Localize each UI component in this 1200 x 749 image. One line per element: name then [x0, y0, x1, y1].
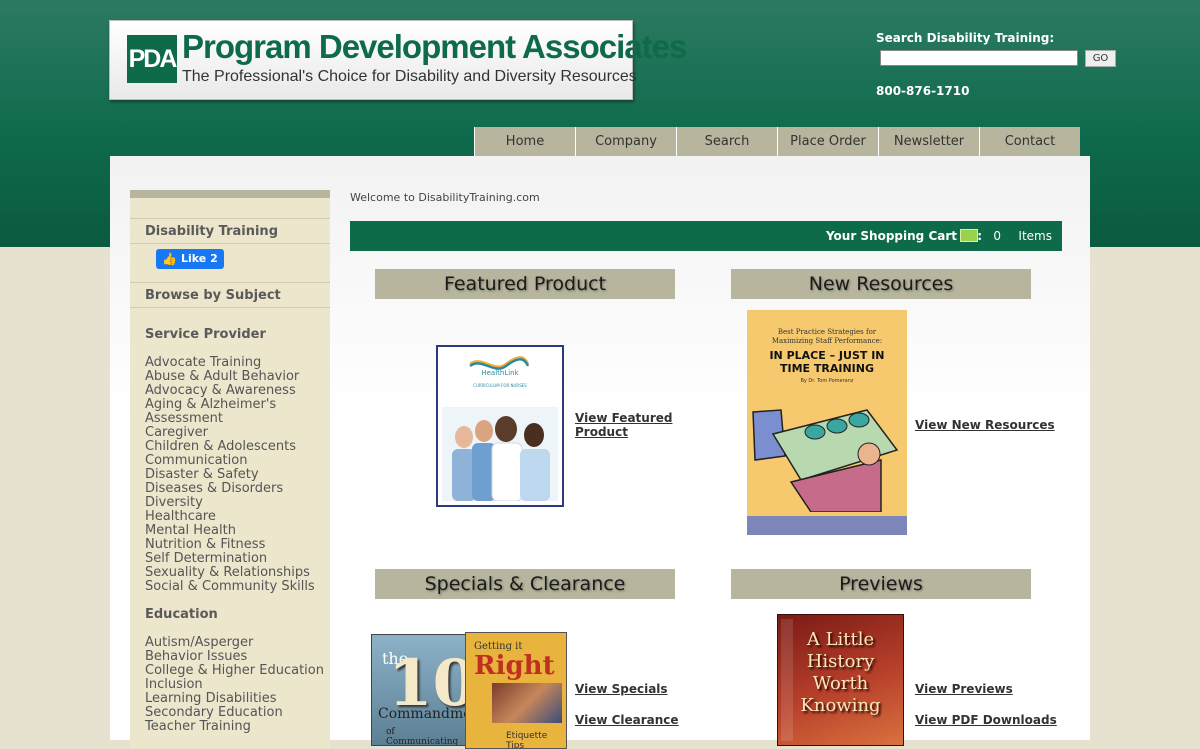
sidebar-heading-education: Education: [145, 607, 218, 622]
sidebar: Disability Training 👍 Like 2 Browse by S…: [130, 190, 330, 748]
history-title-line: Worth Knowing: [800, 673, 881, 716]
inplace-title: IN PLACE – JUST IN TIME TRAINING: [747, 349, 907, 375]
dvd-right-text: Right: [474, 651, 555, 681]
subject-link[interactable]: Diversity: [145, 496, 315, 510]
nav-place-order[interactable]: Place Order: [777, 127, 878, 156]
nav-company[interactable]: Company: [575, 127, 676, 156]
subject-link[interactable]: Inclusion: [145, 678, 324, 692]
shopping-cart-bar[interactable]: Your Shopping Cart : 0 Items: [350, 221, 1062, 251]
subject-link[interactable]: Nutrition & Fitness: [145, 538, 315, 552]
healthlink-subtitle: CURRICULUM FOR NURSES: [473, 383, 527, 388]
clearance-product-image[interactable]: Getting it Right Etiquette Tips: [465, 632, 567, 749]
view-specials-link[interactable]: View Specials: [575, 682, 668, 696]
subject-link[interactable]: Abuse & Adult Behavior: [145, 370, 315, 384]
view-previews-link[interactable]: View Previews: [915, 682, 1013, 696]
logo-name: Program Development Associates: [182, 28, 687, 65]
inplace-top-line: Maximizing Staff Performance:: [771, 337, 883, 345]
sidebar-divider: [130, 282, 330, 283]
subject-link[interactable]: Social & Community Skills: [145, 580, 315, 594]
inplace-author: By Dr. Tom Pomeranz: [800, 378, 854, 384]
sidebar-divider: [130, 307, 330, 308]
sidebar-heading-service-provider: Service Provider: [145, 327, 266, 342]
new-resources-heading: New Resources: [731, 269, 1031, 299]
dvd-commandments-text: Commandments: [378, 706, 470, 722]
subject-link[interactable]: Self Determination: [145, 552, 315, 566]
logo-tagline: The Professional's Choice for Disability…: [182, 68, 637, 85]
previews-product-image[interactable]: A Little History Worth Knowing: [777, 614, 904, 746]
nav-home[interactable]: Home: [474, 127, 575, 156]
sidebar-heading-browse-by-subject[interactable]: Browse by Subject: [145, 288, 281, 303]
subject-link[interactable]: Children & Adolescents: [145, 440, 315, 454]
education-list: Autism/Asperger Behavior Issues College …: [145, 636, 324, 734]
subject-link[interactable]: Behavior Issues: [145, 650, 324, 664]
sidebar-divider: [130, 218, 330, 219]
search-input[interactable]: [880, 50, 1078, 66]
nav-contact[interactable]: Contact: [979, 127, 1080, 156]
thumbs-up-icon: 👍: [162, 252, 177, 266]
nav-newsletter[interactable]: Newsletter: [878, 127, 979, 156]
subject-link[interactable]: Sexuality & Relationships: [145, 566, 315, 580]
search-go-button[interactable]: GO: [1085, 50, 1116, 67]
logo-mark: PDA: [127, 35, 177, 83]
subject-link[interactable]: Autism/Asperger: [145, 636, 324, 650]
inplace-title-line: IN PLACE – JUST IN: [769, 349, 885, 362]
subject-link[interactable]: Aging & Alzheimer's: [145, 398, 315, 412]
cart-icon: [960, 229, 978, 242]
view-clearance-link[interactable]: View Clearance: [575, 713, 679, 727]
subject-link[interactable]: Advocate Training: [145, 356, 315, 370]
cart-count: 0: [993, 229, 1001, 243]
main-nav: Home Company Search Place Order Newslett…: [474, 127, 1080, 156]
specials-clearance-heading: Specials & Clearance: [375, 569, 675, 599]
subject-link[interactable]: Learning Disabilities: [145, 692, 324, 706]
inplace-top-text: Best Practice Strategies for Maximizing …: [747, 328, 907, 346]
phone-number: 800-876-1710: [876, 84, 970, 98]
view-new-resources-link[interactable]: View New Resources: [915, 418, 1055, 432]
view-pdf-downloads-link[interactable]: View PDF Downloads: [915, 713, 1057, 727]
cart-label: Your Shopping Cart: [825, 229, 957, 243]
cartoon-illustration-icon: [752, 409, 899, 512]
like-label: Like 2: [181, 252, 218, 265]
cart-colon: :: [977, 229, 982, 243]
view-featured-product-link[interactable]: View Featured Product: [575, 411, 672, 439]
specials-product-image[interactable]: the 10 Commandments of Communicating: [371, 634, 470, 746]
site-logo[interactable]: PDA Program Development Associates The P…: [109, 20, 687, 100]
subject-link[interactable]: Disaster & Safety: [145, 468, 315, 482]
subject-link[interactable]: Mental Health: [145, 524, 315, 538]
search-label: Search Disability Training:: [876, 31, 1055, 45]
cart-items-label: Items: [1018, 229, 1052, 243]
subject-link[interactable]: Assessment: [145, 412, 315, 426]
featured-product-image[interactable]: HealthLink CURRICULUM FOR NURSES: [436, 345, 564, 507]
inplace-title-line: TIME TRAINING: [780, 362, 874, 375]
service-provider-list: Advocate Training Abuse & Adult Behavior…: [145, 356, 315, 594]
content-panel: Disability Training 👍 Like 2 Browse by S…: [110, 156, 1090, 749]
subject-link[interactable]: Teacher Training: [145, 720, 324, 734]
sidebar-heading-disability-training[interactable]: Disability Training: [145, 224, 278, 239]
subject-link[interactable]: Communication: [145, 454, 315, 468]
featured-product-heading: Featured Product: [375, 269, 675, 299]
subject-link[interactable]: Advocacy & Awareness: [145, 384, 315, 398]
dvd-etiquette-text: Etiquette Tips: [506, 731, 548, 749]
subject-link[interactable]: College & Higher Education: [145, 664, 324, 678]
welcome-text: Welcome to DisabilityTraining.com: [350, 191, 540, 204]
nurses-photo-icon: [442, 407, 558, 501]
subject-link[interactable]: Secondary Education: [145, 706, 324, 720]
sidebar-divider: [130, 243, 330, 244]
healthlink-brand: HealthLink: [481, 369, 519, 377]
inplace-publisher-strip: [747, 516, 907, 535]
link-line: Product: [575, 425, 628, 439]
previews-heading: Previews: [731, 569, 1031, 599]
subject-link[interactable]: Healthcare: [145, 510, 315, 524]
link-line: View Featured: [575, 411, 673, 425]
dvd-photo-icon: [492, 683, 562, 723]
nav-search[interactable]: Search: [676, 127, 777, 156]
dvd-communicating-text: of Communicating: [386, 727, 459, 746]
subject-link[interactable]: Diseases & Disorders: [145, 482, 315, 496]
subject-link[interactable]: Caregiver: [145, 426, 315, 440]
history-title-line: A Little History: [806, 629, 875, 672]
inplace-top-line: Best Practice Strategies for: [777, 328, 877, 336]
facebook-like-button[interactable]: 👍 Like 2: [156, 249, 224, 269]
new-resources-image[interactable]: Best Practice Strategies for Maximizing …: [747, 310, 907, 535]
history-title: A Little History Worth Knowing: [778, 629, 903, 717]
